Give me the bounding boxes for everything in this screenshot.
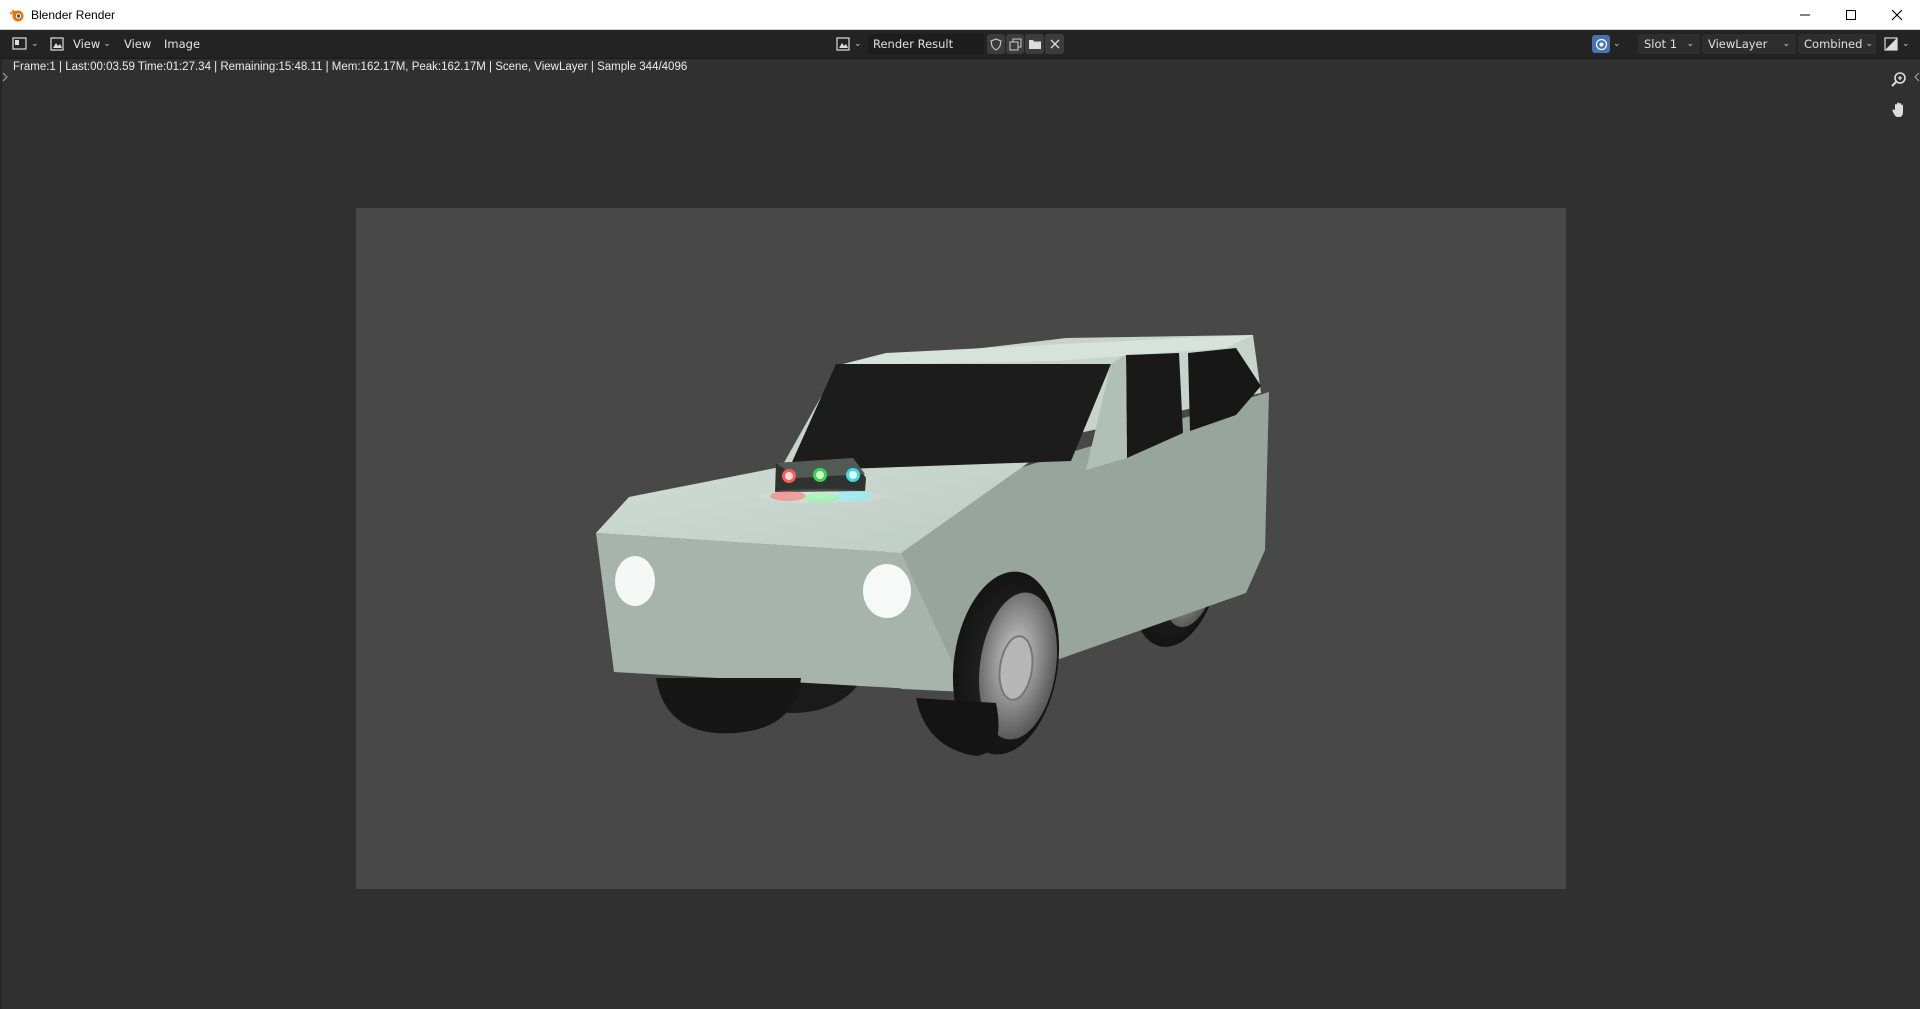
chevron-down-icon: ⌄ [1865, 39, 1873, 49]
chevron-down-icon: ⌄ [854, 39, 862, 49]
slot-selector[interactable]: Slot 1 ⌄ [1638, 34, 1700, 54]
view-mode-label: View [73, 37, 101, 51]
chevron-down-icon: ⌄ [1613, 39, 1621, 49]
maximize-button[interactable] [1828, 0, 1874, 30]
image-editor-icon [12, 37, 27, 50]
left-region-edge[interactable] [0, 59, 2, 1009]
zoom-icon [1891, 72, 1906, 87]
menu-view[interactable]: View [124, 34, 151, 54]
menu-image-label: Image [164, 37, 201, 51]
sidebar-expand-icon[interactable] [1914, 72, 1920, 82]
pan-button[interactable] [1888, 99, 1910, 121]
fake-user-button[interactable] [987, 34, 1005, 54]
render-pass-label: Combined [1804, 37, 1863, 51]
toolbar-expand-icon[interactable] [2, 72, 8, 82]
minimize-button[interactable] [1782, 0, 1828, 30]
new-image-button[interactable] [1006, 34, 1024, 54]
minimize-icon [1800, 14, 1810, 16]
viewer-icon [1592, 35, 1610, 53]
view-mode-dropdown[interactable]: View ⌄ [50, 34, 111, 54]
chevron-down-icon: ⌄ [1902, 39, 1910, 49]
image-name-field[interactable]: Render Result [868, 34, 984, 54]
display-channels-icon [1884, 37, 1898, 51]
hand-icon [1892, 102, 1903, 117]
menu-view-label: View [124, 37, 152, 51]
view-mode-icon [50, 37, 64, 51]
window-titlebar: Blender Render [0, 0, 1920, 30]
editor-type-selector[interactable]: ⌄ [12, 34, 40, 54]
close-icon [1050, 39, 1059, 49]
close-icon [1891, 9, 1903, 21]
folder-icon [1028, 40, 1041, 49]
chevron-down-icon: ⌄ [31, 39, 39, 49]
browse-image-button[interactable]: ⌄ [836, 34, 866, 54]
render-status-text: Frame:1 | Last:00:03.59 Time:01:27.34 | … [13, 61, 688, 73]
view-layer-label: ViewLayer [1708, 37, 1768, 51]
unlink-image-button[interactable] [1045, 34, 1064, 54]
close-window-button[interactable] [1874, 0, 1920, 30]
duplicate-icon [1009, 38, 1021, 50]
zoom-button[interactable] [1888, 69, 1910, 91]
image-name: Render Result [873, 37, 954, 51]
render-result-image[interactable] [356, 208, 1566, 889]
gizmo-toggle[interactable]: ⌄ [1592, 34, 1628, 54]
blender-icon [10, 9, 24, 21]
editor-header: ⌄ View ⌄ View Image ⌄ Render Result ⌄ Sl… [0, 30, 1920, 59]
menu-image[interactable]: Image [164, 34, 200, 54]
render-pass-selector[interactable]: Combined ⌄ [1798, 34, 1876, 54]
car-render [596, 335, 1269, 756]
view-layer-selector[interactable]: ViewLayer ⌄ [1702, 34, 1796, 54]
slot-label: Slot 1 [1644, 37, 1678, 51]
chevron-down-icon: ⌄ [103, 39, 111, 49]
window-title: Blender Render [31, 7, 116, 22]
chevron-down-icon: ⌄ [1686, 39, 1694, 49]
maximize-icon [1846, 10, 1856, 20]
image-browse-icon [836, 37, 850, 51]
open-image-button[interactable] [1025, 34, 1044, 54]
shield-icon [990, 37, 1002, 51]
display-channels-dropdown[interactable]: ⌄ [1884, 34, 1914, 54]
chevron-down-icon: ⌄ [1782, 39, 1790, 49]
